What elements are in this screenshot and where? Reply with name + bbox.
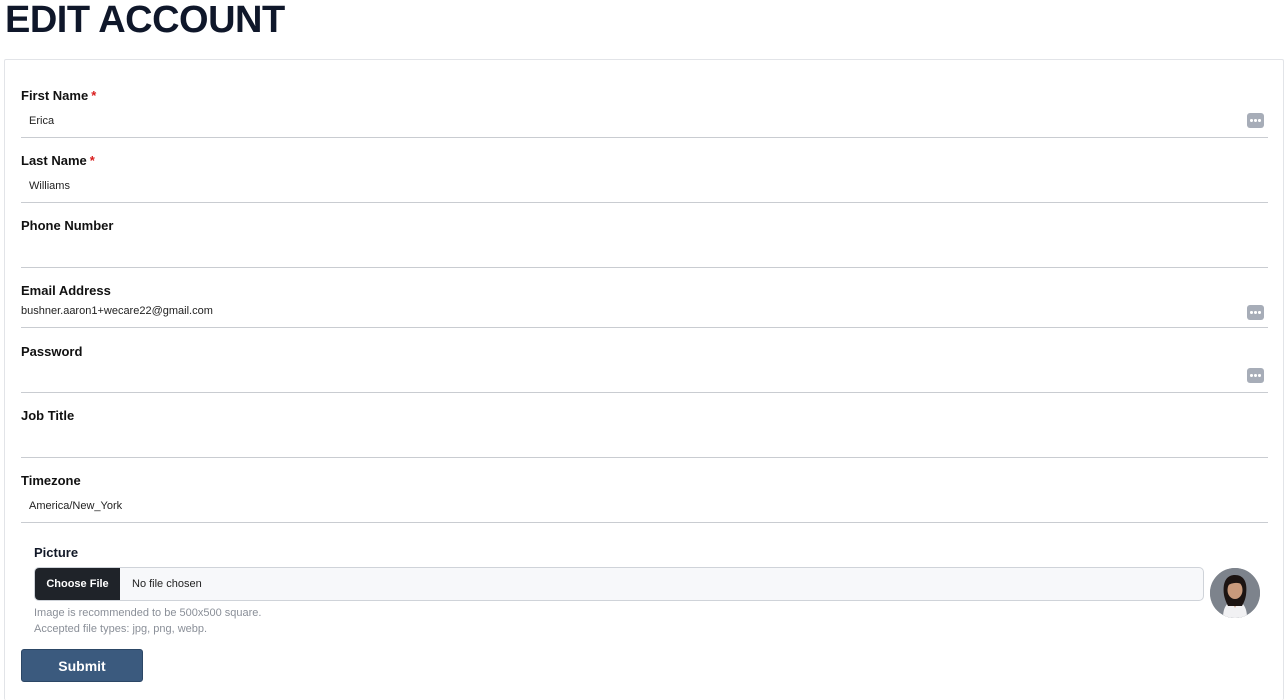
- edit-account-form: First Name * Erica Last Name * Williams Ph…: [4, 59, 1284, 700]
- password-manager-icon[interactable]: [1247, 368, 1264, 383]
- required-asterisk: *: [91, 88, 97, 103]
- first-name-input[interactable]: Erica: [29, 115, 54, 127]
- job-title-label: Job Title: [21, 408, 75, 423]
- phone-number-input[interactable]: [29, 245, 1229, 261]
- timezone-label: Timezone: [21, 473, 81, 488]
- phone-number-field: Phone Number: [21, 216, 1268, 268]
- file-status-text: No file chosen: [132, 578, 202, 590]
- avatar: [1210, 568, 1260, 618]
- required-asterisk: *: [89, 153, 95, 168]
- password-manager-icon[interactable]: [1247, 305, 1264, 320]
- page-title: EDIT ACCOUNT: [5, 0, 285, 41]
- last-name-field: Last Name * Williams: [21, 151, 1268, 203]
- email-address-field: Email Address bushner.aaron1+wecare22@gm…: [21, 281, 1268, 328]
- timezone-input[interactable]: America/New_York: [29, 500, 122, 512]
- password-manager-icon[interactable]: [1247, 113, 1264, 128]
- picture-size-hint: Image is recommended to be 500x500 squar…: [34, 607, 262, 619]
- timezone-field: Timezone America/New_York: [21, 471, 1268, 523]
- job-title-field: Job Title: [21, 406, 1268, 458]
- job-title-input[interactable]: [29, 435, 1229, 451]
- first-name-field: First Name * Erica: [21, 86, 1268, 138]
- picture-types-hint: Accepted file types: jpg, png, webp.: [34, 623, 208, 635]
- password-field: Password: [21, 342, 1268, 393]
- picture-file-input[interactable]: Choose File No file chosen: [34, 567, 1204, 601]
- picture-label: Picture: [34, 545, 79, 560]
- choose-file-button[interactable]: Choose File: [35, 568, 120, 600]
- email-address-input[interactable]: bushner.aaron1+wecare22@gmail.com: [21, 305, 213, 317]
- email-address-label: Email Address: [21, 283, 111, 298]
- password-input[interactable]: [21, 368, 1221, 384]
- first-name-label: First Name *: [21, 88, 97, 103]
- last-name-label: Last Name *: [21, 153, 95, 168]
- password-label: Password: [21, 344, 83, 359]
- last-name-input[interactable]: Williams: [29, 180, 70, 192]
- phone-number-label: Phone Number: [21, 218, 114, 233]
- submit-button[interactable]: Submit: [21, 649, 143, 682]
